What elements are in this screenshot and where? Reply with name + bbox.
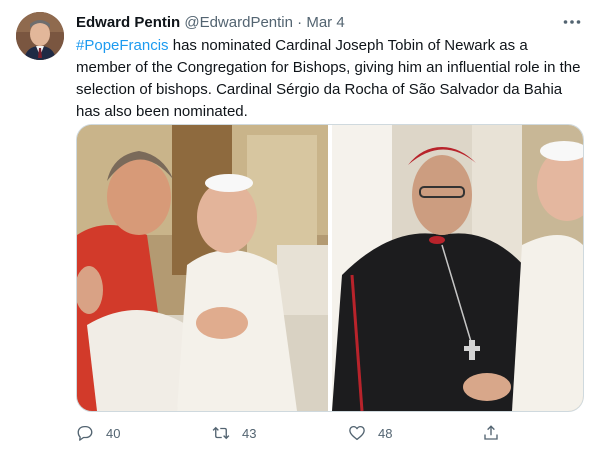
photo-cardinal-da-rocha-and-pope[interactable]	[332, 125, 583, 411]
retweet-button[interactable]: 43	[212, 422, 256, 444]
like-button[interactable]: 48	[348, 422, 392, 444]
more-horizontal-icon[interactable]	[560, 10, 584, 34]
tweet-media[interactable]	[76, 124, 584, 412]
header-separator: ·	[297, 14, 303, 31]
share-button[interactable]	[482, 422, 512, 444]
tweet-actions: 40 43 48	[76, 422, 516, 444]
avatar[interactable]	[16, 12, 64, 60]
reply-button[interactable]: 40	[76, 422, 120, 444]
tweet-text: #PopeFrancis has nominated Cardinal Jose…	[76, 35, 586, 123]
tweet-date[interactable]: Mar 4	[306, 14, 344, 31]
display-name[interactable]: Edward Pentin	[76, 14, 180, 31]
reply-count: 40	[106, 425, 121, 441]
like-icon	[349, 425, 365, 441]
like-count: 48	[378, 425, 393, 441]
retweet-count: 43	[242, 425, 257, 441]
photo-cardinal-tobin-and-pope[interactable]	[77, 125, 328, 411]
reply-icon	[77, 425, 93, 441]
user-handle[interactable]: @EdwardPentin	[184, 14, 293, 31]
tweet-header: Edward Pentin @EdwardPentin · Mar 4	[76, 12, 584, 34]
tweet[interactable]: Edward Pentin @EdwardPentin · Mar 4 #Pop…	[0, 0, 598, 453]
retweet-icon	[212, 426, 230, 440]
share-icon	[484, 425, 498, 440]
hashtag-link[interactable]: #PopeFrancis	[76, 37, 169, 54]
